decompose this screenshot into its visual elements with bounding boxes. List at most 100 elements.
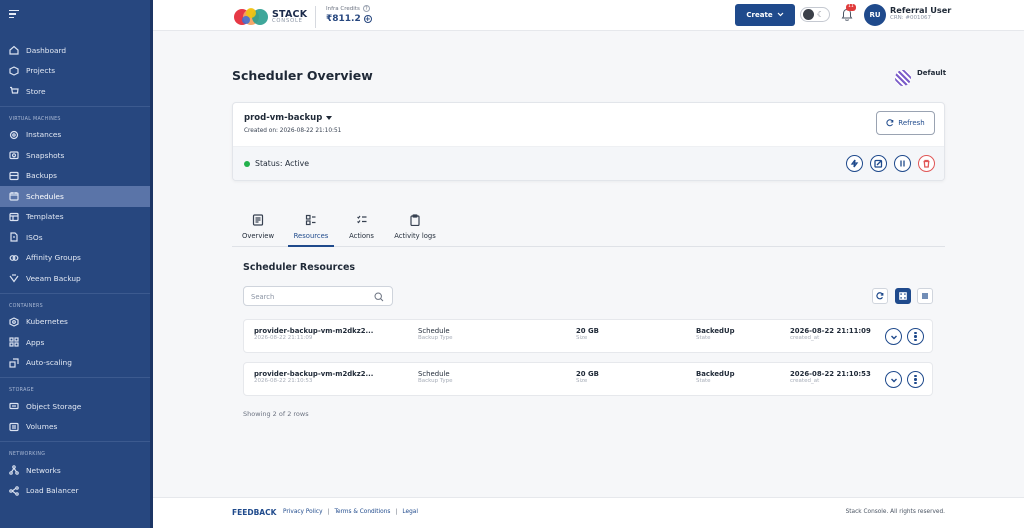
avatar[interactable]: RU <box>864 4 886 26</box>
project-badge[interactable]: Default <box>895 65 946 86</box>
logo-mark-icon <box>233 7 269 27</box>
lightning-icon <box>850 159 859 168</box>
terms-link[interactable]: Terms & Conditions <box>334 509 390 515</box>
size-label: Size <box>576 378 588 385</box>
state-value: BackedUp <box>696 327 735 335</box>
sidebar-item-affinity-groups[interactable]: Affinity Groups <box>0 248 150 269</box>
size-label: Size <box>576 335 588 342</box>
edit-button[interactable] <box>870 155 887 172</box>
sidebar-divider <box>0 105 150 107</box>
chevron-down-icon <box>890 378 897 382</box>
main-content: Scheduler Overview Default prod-vm-backu… <box>153 31 1024 497</box>
tab-overview[interactable]: Overview <box>239 214 277 247</box>
sidebar-item-label: Projects <box>26 66 56 76</box>
sidebar-item-auto-scaling[interactable]: Auto-scaling <box>0 353 150 374</box>
status-text: Status: Active <box>255 159 310 168</box>
status-badge: Status: Active <box>244 159 309 168</box>
created-on: Created on: 2026-08-22 21:10:51 <box>244 128 342 134</box>
resource-name[interactable]: provider-backup-vm-m2dkz2... <box>254 370 373 378</box>
table-row[interactable]: provider-backup-vm-m2dkz2... 2026-08-22 … <box>243 362 933 396</box>
user-crn: CRN: #001067 <box>890 15 931 22</box>
copyright: Stack Console. All rights reserved. <box>845 509 945 515</box>
project-name: Default <box>917 68 947 77</box>
delete-button[interactable] <box>918 155 935 172</box>
header-divider <box>315 6 317 28</box>
sidebar-item-isos[interactable]: ISOs <box>0 227 150 248</box>
menu-icon[interactable] <box>9 10 19 18</box>
schedule-selector[interactable]: prod-vm-backup <box>244 113 333 123</box>
sidebar-item-apps[interactable]: Apps <box>0 332 150 353</box>
sidebar-item-projects[interactable]: Projects <box>0 61 150 82</box>
logo[interactable]: STACK CONSOLE <box>233 6 317 28</box>
iso-icon <box>9 232 19 242</box>
feedback-link[interactable]: FEEDBACK <box>232 508 276 517</box>
instances-icon <box>9 130 19 140</box>
reload-button[interactable] <box>872 288 888 304</box>
refresh-icon <box>886 119 894 127</box>
privacy-policy-link[interactable]: Privacy Policy <box>283 509 323 515</box>
help-icon[interactable]: ? <box>362 5 370 12</box>
legal-link[interactable]: Legal <box>402 509 418 515</box>
tab-actions[interactable]: Actions <box>345 214 378 247</box>
pause-button[interactable] <box>894 155 911 172</box>
list-view-button[interactable] <box>917 288 933 304</box>
pause-icon <box>900 160 905 167</box>
search-placeholder: Search <box>251 293 275 301</box>
refresh-button[interactable]: Refresh <box>876 111 935 135</box>
projects-icon <box>9 66 19 76</box>
sidebar-item-snapshots[interactable]: Snapshots <box>0 145 150 166</box>
create-button[interactable]: Create <box>735 4 795 26</box>
row-menu-button[interactable] <box>907 371 924 388</box>
sidebar-item-label: Instances <box>26 130 62 140</box>
link-separator: | <box>395 509 398 515</box>
tab-resources[interactable]: Resources <box>288 214 334 247</box>
sidebar-toggle[interactable] <box>0 0 150 28</box>
veeam-icon <box>9 273 19 283</box>
tab-label: Actions <box>349 232 374 240</box>
sidebar-item-backups[interactable]: Backups <box>0 166 150 187</box>
refresh-label: Refresh <box>898 119 925 127</box>
sidebar-item-object-storage[interactable]: Object Storage <box>0 396 150 417</box>
sidebar-item-templates[interactable]: Templates <box>0 207 150 228</box>
backup-icon <box>9 171 19 181</box>
grid-view-button[interactable] <box>895 288 911 304</box>
resource-date: 2026-08-22 21:10:53 <box>254 378 313 385</box>
row-menu-button[interactable] <box>907 328 924 345</box>
state-value: BackedUp <box>696 370 735 378</box>
sidebar-item-instances[interactable]: Instances <box>0 125 150 146</box>
expand-row-button[interactable] <box>885 371 902 388</box>
expand-row-button[interactable] <box>885 328 902 345</box>
status-dot-icon <box>244 160 250 167</box>
autoscale-icon <box>9 358 19 368</box>
sidebar-item-load-balancer[interactable]: Load Balancer <box>0 481 150 502</box>
add-credits-icon[interactable]: + <box>363 15 372 23</box>
table-row[interactable]: provider-backup-vm-m2dkz2... 2026-08-22 … <box>243 319 933 353</box>
sidebar-section-containers: CONTAINERS <box>9 303 43 309</box>
sidebar-item-schedules[interactable]: Schedules <box>0 186 150 207</box>
sidebar-item-volumes[interactable]: Volumes <box>0 417 150 438</box>
user-info[interactable]: Referral User CRN: #001067 <box>890 5 951 22</box>
sidebar-item-networks[interactable]: Networks <box>0 460 150 481</box>
refresh-icon <box>876 292 884 300</box>
search-input[interactable]: Search <box>243 286 393 306</box>
sidebar-section-storage: STORAGE <box>9 388 34 393</box>
sidebar-item-label: Kubernetes <box>26 317 68 327</box>
resource-name[interactable]: provider-backup-vm-m2dkz2... <box>254 327 373 335</box>
checklist-icon <box>356 215 366 224</box>
sidebar-section-vm: VIRTUAL MACHINES <box>9 116 61 122</box>
chevron-down-icon <box>777 11 784 19</box>
run-now-button[interactable] <box>846 155 863 172</box>
snapshot-icon <box>9 150 19 160</box>
sidebar-item-store[interactable]: Store <box>0 81 150 102</box>
sidebar-item-kubernetes[interactable]: Kubernetes <box>0 312 150 333</box>
sidebar-item-veeam-backup[interactable]: Veeam Backup <box>0 268 150 289</box>
sidebar-item-dashboard[interactable]: Dashboard <box>0 40 150 61</box>
infra-credits: Infra Credits? ₹811.2 + <box>326 5 372 24</box>
schedule-name: prod-vm-backup <box>244 113 323 123</box>
size-value: 20 GB <box>576 370 599 378</box>
schedule-status-bar: Status: Active <box>233 146 944 180</box>
search-icon <box>374 292 384 302</box>
template-icon <box>9 212 19 222</box>
theme-toggle[interactable]: ☾ <box>800 7 830 22</box>
tab-activity-logs[interactable]: Activity logs <box>390 214 440 247</box>
